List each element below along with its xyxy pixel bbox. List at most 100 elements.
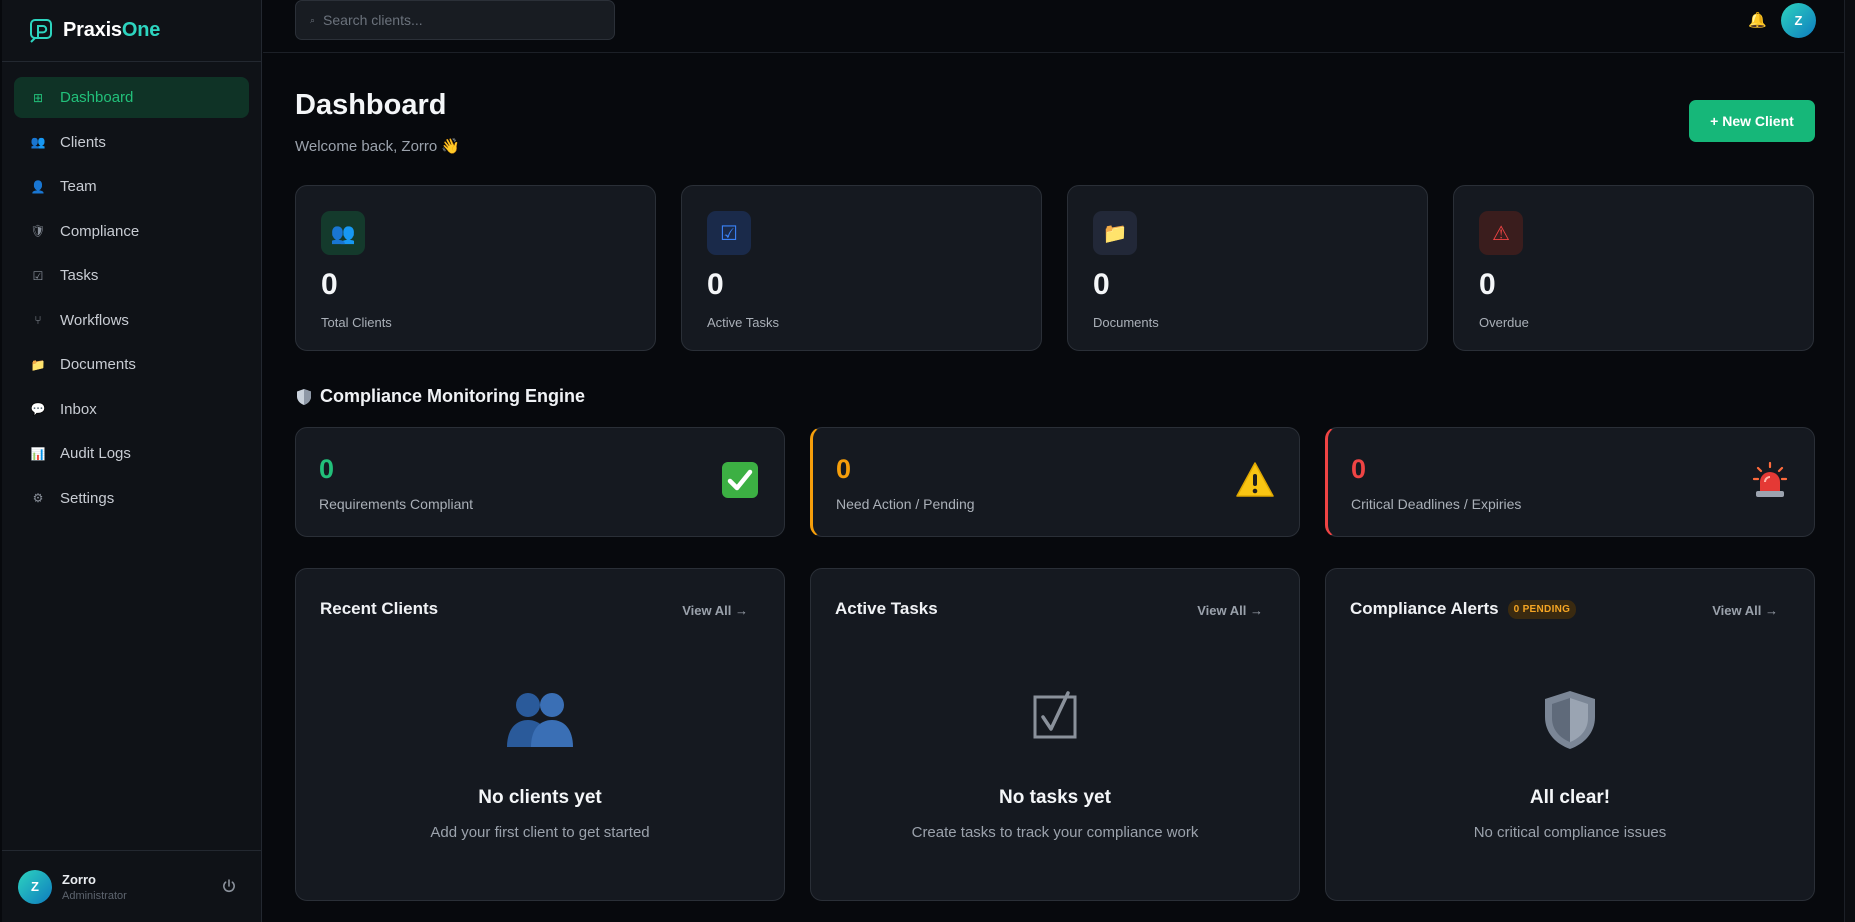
stat-card-documents[interactable]: 📁 0 Documents [1067, 185, 1428, 351]
user-icon: 👤 [30, 179, 46, 194]
sidebar-item-clients[interactable]: 👥 Clients [14, 122, 249, 163]
avatar[interactable]: Z [1781, 3, 1816, 38]
sidebar-item-team[interactable]: 👤 Team [14, 166, 249, 207]
compliance-label: Requirements Compliant [319, 496, 474, 512]
avatar[interactable]: Z [18, 869, 52, 904]
users-icon: 👥 [30, 135, 46, 149]
stat-value: 0 [1479, 268, 1496, 301]
panel-title: Compliance Alerts 0 PENDING [1350, 599, 1577, 619]
panel-compliance-alerts: Compliance Alerts 0 PENDING View All → A… [1325, 568, 1815, 901]
sidebar-item-label: Compliance [60, 222, 140, 240]
users-icon [296, 689, 784, 751]
sidebar-item-label: Team [60, 178, 97, 195]
pending-badge: 0 PENDING [1507, 599, 1577, 619]
stat-card-active-tasks[interactable]: ☑ 0 Active Tasks [681, 185, 1042, 351]
gear-icon: ⚙ [32, 491, 44, 505]
shield-icon: 🛡 [30, 224, 46, 238]
page-title: Dashboard [295, 89, 447, 121]
panel-active-tasks: Active Tasks View All → No tasks yet Cre… [810, 568, 1300, 901]
panel-title: Recent Clients [320, 599, 439, 618]
stat-card-overdue[interactable]: ⚠ 0 Overdue [1453, 185, 1814, 351]
compliance-value: 0 [836, 454, 852, 484]
empty-subtitle: No critical compliance issues [1473, 824, 1667, 841]
new-client-button[interactable]: + New Client [1689, 100, 1815, 142]
sidebar-item-label: Audit Logs [60, 445, 131, 462]
warning-icon: ⚠ [1479, 211, 1523, 255]
sidebar-item-label: Settings [60, 489, 115, 507]
empty-title: All clear! [1529, 787, 1611, 808]
stat-value: 0 [707, 268, 724, 301]
page-subtitle: Welcome back, Zorro 👋 [295, 138, 461, 155]
stats-row: 👥 0 Total Clients ☑ 0 Active Tasks 📁 0 D… [295, 185, 1815, 351]
sidebar-nav: ⊞ Dashboard 👥 Clients 👤 Team 🛡 Complianc… [2, 62, 261, 519]
panel-recent-clients: Recent Clients View All → No clients yet… [295, 568, 785, 901]
empty-title: No tasks yet [999, 787, 1111, 808]
panels-row: Recent Clients View All → No clients yet… [295, 568, 1815, 901]
brand[interactable]: PraxisOne [2, 0, 261, 62]
siren-emoji-icon [1750, 460, 1790, 500]
shield-icon [295, 388, 313, 406]
sidebar-item-label: Documents [60, 356, 136, 373]
sidebar-item-inbox[interactable]: 💬 Inbox [14, 389, 249, 430]
page-scrollbar[interactable] [1844, 0, 1855, 922]
sidebar-item-label: Clients [60, 133, 106, 151]
compliance-value: 0 [319, 454, 335, 484]
sidebar-user: Z Zorro Administrator [2, 850, 262, 922]
search-input[interactable] [323, 12, 594, 28]
check-emoji-icon [720, 460, 760, 500]
search-icon: ⌕ [310, 14, 316, 25]
view-all-link[interactable]: View All → [1712, 603, 1778, 618]
sidebar-item-tasks[interactable]: ☑ Tasks [14, 255, 249, 296]
compliance-card-critical[interactable]: 0 Critical Deadlines / Expiries [1325, 427, 1815, 537]
sidebar-item-compliance[interactable]: 🛡 Compliance [14, 211, 249, 252]
sidebar: PraxisOne ⊞ Dashboard 👥 Clients 👤 Team 🛡… [2, 0, 262, 922]
stat-label: Total Clients [321, 315, 392, 330]
section-title-text: Compliance Monitoring Engine [320, 386, 585, 406]
folder-icon: 📁 [30, 357, 46, 372]
chat-icon: 💬 [30, 402, 46, 416]
users-icon: 👥 [321, 211, 365, 255]
shield-icon [1326, 689, 1814, 751]
power-icon[interactable] [221, 878, 237, 894]
stat-value: 0 [1093, 268, 1110, 301]
stat-card-total-clients[interactable]: 👥 0 Total Clients [295, 185, 656, 351]
branch-icon: ⑂ [34, 313, 42, 327]
stat-value: 0 [321, 268, 338, 301]
stat-label: Documents [1093, 315, 1159, 330]
warning-emoji-icon [1235, 460, 1275, 500]
user-name: Zorro [62, 871, 96, 887]
sidebar-item-label: Dashboard [60, 89, 134, 106]
sidebar-item-documents[interactable]: 📁 Documents [14, 344, 249, 385]
compliance-section-title: Compliance Monitoring Engine [295, 386, 585, 407]
praxisone-logo-icon [28, 18, 54, 44]
sidebar-item-workflows[interactable]: ⑂ Workflows [14, 300, 249, 341]
chart-icon: 📊 [30, 446, 46, 461]
stat-label: Active Tasks [707, 315, 780, 330]
user-meta: Zorro Administrator [62, 872, 127, 902]
user-role: Administrator [62, 889, 127, 902]
compliance-card-pending[interactable]: 0 Need Action / Pending [810, 427, 1300, 537]
empty-subtitle: Create tasks to track your compliance wo… [911, 824, 1199, 841]
brand-name: PraxisOne [63, 19, 161, 41]
panel-title: Active Tasks [835, 599, 938, 618]
stat-label: Overdue [1479, 315, 1529, 330]
compliance-label: Critical Deadlines / Expiries [1351, 496, 1522, 512]
view-all-link[interactable]: View All → [682, 603, 748, 618]
compliance-card-compliant[interactable]: 0 Requirements Compliant [295, 427, 785, 537]
grid-icon: ⊞ [32, 90, 44, 105]
checkbox-icon: ☑ [707, 211, 751, 255]
topbar: ⌕ 🔔 Z [263, 0, 1855, 53]
compliance-row: 0 Requirements Compliant 0 Need Action /… [295, 427, 1815, 537]
sidebar-item-label: Workflows [60, 311, 129, 329]
sidebar-item-settings[interactable]: ⚙ Settings [14, 478, 249, 519]
sidebar-item-audit-logs[interactable]: 📊 Audit Logs [14, 433, 249, 474]
sidebar-item-label: Inbox [60, 400, 97, 418]
empty-title: No clients yet [478, 787, 602, 808]
search-box[interactable]: ⌕ [295, 0, 615, 40]
compliance-label: Need Action / Pending [836, 496, 975, 512]
empty-subtitle: Add your first client to get started [430, 824, 650, 841]
folder-icon: 📁 [1093, 211, 1137, 255]
view-all-link[interactable]: View All → [1197, 603, 1263, 618]
sidebar-item-dashboard[interactable]: ⊞ Dashboard [14, 77, 249, 118]
bell-icon[interactable]: 🔔 [1748, 11, 1767, 29]
